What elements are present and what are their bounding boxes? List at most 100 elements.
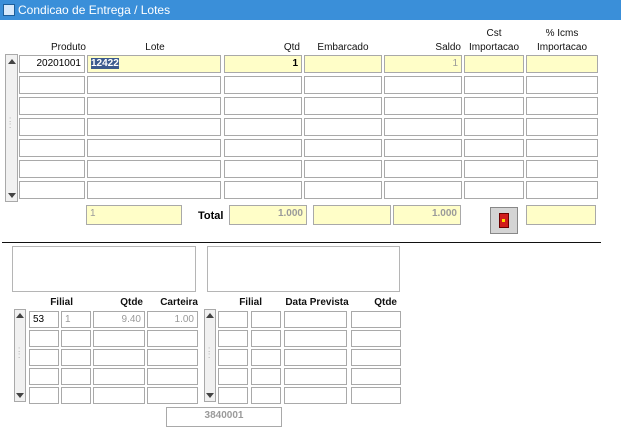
lots-cell-saldo[interactable]: 1 [384,55,462,73]
prevista-cell-data[interactable] [284,387,347,404]
lots-cell-embarcado[interactable] [304,76,382,94]
lots-cell-qtd[interactable]: 1 [224,55,302,73]
filial-cell-filial[interactable]: 53 [29,311,59,328]
lots-cell-produto[interactable] [19,181,85,199]
lots-scrollbar[interactable]: :: [5,54,18,202]
lots-cell-cst[interactable] [464,160,524,178]
prevista-cell-data[interactable] [284,311,347,328]
lots-cell-cst[interactable] [464,139,524,157]
icms-total-field[interactable] [526,205,596,225]
observation-area-right[interactable] [207,246,400,292]
lots-cell-qtd[interactable] [224,118,302,136]
lots-cell-produto[interactable]: 20201001 [19,55,85,73]
scroll-up-icon[interactable] [16,313,24,318]
scroll-up-icon[interactable] [8,59,16,64]
total-embarcado-field[interactable] [313,205,391,225]
lots-cell-cst[interactable] [464,76,524,94]
filial-cell-filial[interactable] [29,387,59,404]
prevista-scrollbar[interactable]: :: [204,309,216,402]
filial-cell-filial[interactable] [29,349,59,366]
prevista-cell-filial[interactable] [218,368,248,385]
filial-cell-qtde[interactable] [93,349,145,366]
filial-cell-carteira[interactable] [147,349,198,366]
filial-cell-col2[interactable] [61,330,91,347]
lots-cell-embarcado[interactable] [304,118,382,136]
lots-cell-saldo[interactable] [384,118,462,136]
lots-cell-produto[interactable] [19,160,85,178]
prevista-cell-col2[interactable] [251,330,281,347]
lots-cell-cst[interactable] [464,118,524,136]
prevista-cell-qtde[interactable] [351,349,401,366]
prevista-cell-qtde[interactable] [351,387,401,404]
prevista-cell-col2[interactable] [251,311,281,328]
lots-cell-saldo[interactable] [384,97,462,115]
prevista-cell-data[interactable] [284,349,347,366]
prevista-cell-data[interactable] [284,368,347,385]
prevista-cell-qtde[interactable] [351,311,401,328]
lots-cell-lote[interactable] [87,118,221,136]
lots-cell-produto[interactable] [19,76,85,94]
filial-cell-qtde[interactable] [93,387,145,404]
lots-cell-lote[interactable]: 12422 [87,55,221,73]
lots-cell-cst[interactable] [464,181,524,199]
filial-cell-col2[interactable] [61,349,91,366]
observation-area-left[interactable] [12,246,196,292]
lots-cell-saldo[interactable] [384,139,462,157]
scroll-up-icon[interactable] [206,313,214,318]
code-field[interactable]: 3840001 [166,407,282,427]
scroll-down-icon[interactable] [8,193,16,198]
lots-cell-qtd[interactable] [224,139,302,157]
lots-cell-qtd[interactable] [224,97,302,115]
lots-cell-produto[interactable] [19,97,85,115]
lots-cell-embarcado[interactable] [304,97,382,115]
filial-cell-qtde[interactable] [93,330,145,347]
lots-cell-icms[interactable] [526,97,598,115]
filial-cell-carteira[interactable]: 1.00 [147,311,198,328]
lots-cell-icms[interactable] [526,181,598,199]
prevista-cell-filial[interactable] [218,387,248,404]
prevista-cell-filial[interactable] [218,330,248,347]
prevista-cell-col2[interactable] [251,349,281,366]
filial-cell-carteira[interactable] [147,330,198,347]
lots-cell-lote[interactable] [87,139,221,157]
lots-cell-embarcado[interactable] [304,181,382,199]
total-saldo-field[interactable]: 1.000 [393,205,461,225]
lots-cell-lote[interactable] [87,160,221,178]
scroll-down-icon[interactable] [206,393,214,398]
lots-cell-produto[interactable] [19,139,85,157]
filial-cell-col2[interactable] [61,368,91,385]
exit-button[interactable] [490,207,518,234]
lots-cell-embarcado[interactable] [304,139,382,157]
filial-cell-col2[interactable]: 1 [61,311,91,328]
prevista-cell-qtde[interactable] [351,330,401,347]
lots-cell-qtd[interactable] [224,160,302,178]
total-qtd-field[interactable]: 1.000 [229,205,307,225]
prevista-cell-qtde[interactable] [351,368,401,385]
lots-cell-icms[interactable] [526,55,598,73]
lots-cell-saldo[interactable] [384,181,462,199]
filial-cell-qtde[interactable]: 9.40 [93,311,145,328]
lots-cell-icms[interactable] [526,160,598,178]
lots-count-field[interactable]: 1 [86,205,182,225]
lots-cell-saldo[interactable] [384,76,462,94]
lots-cell-produto[interactable] [19,118,85,136]
lots-cell-icms[interactable] [526,118,598,136]
lots-cell-embarcado[interactable] [304,160,382,178]
filial-cell-carteira[interactable] [147,368,198,385]
lots-cell-lote[interactable] [87,97,221,115]
lots-cell-lote[interactable] [87,181,221,199]
filial-cell-qtde[interactable] [93,368,145,385]
lots-cell-icms[interactable] [526,139,598,157]
lots-cell-icms[interactable] [526,76,598,94]
filial-cell-col2[interactable] [61,387,91,404]
prevista-cell-col2[interactable] [251,368,281,385]
lots-cell-embarcado[interactable] [304,55,382,73]
lots-cell-cst[interactable] [464,97,524,115]
filial-cell-filial[interactable] [29,330,59,347]
lots-cell-qtd[interactable] [224,181,302,199]
lots-cell-qtd[interactable] [224,76,302,94]
prevista-cell-filial[interactable] [218,349,248,366]
prevista-cell-filial[interactable] [218,311,248,328]
prevista-cell-col2[interactable] [251,387,281,404]
filial-cell-carteira[interactable] [147,387,198,404]
